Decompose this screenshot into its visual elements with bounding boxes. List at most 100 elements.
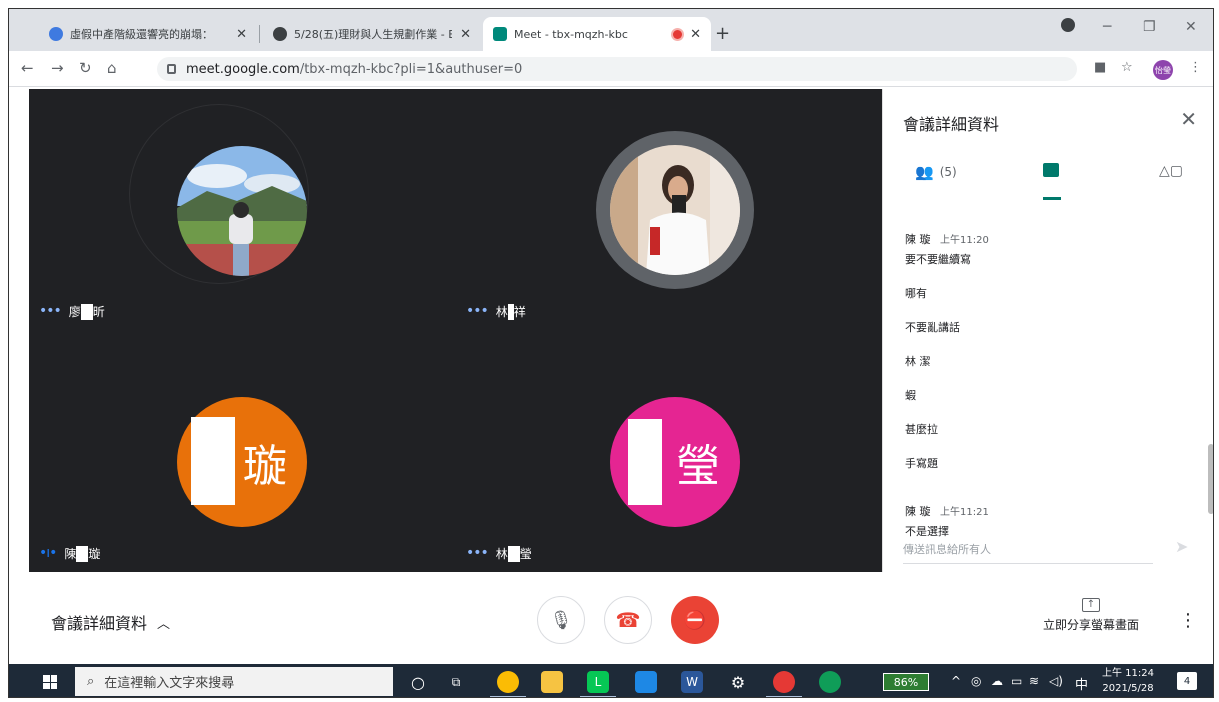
photos-icon[interactable]: [635, 671, 657, 693]
cortana-icon[interactable]: ○: [407, 671, 429, 693]
forward-arrow-icon[interactable]: →: [51, 59, 64, 77]
minimize-icon[interactable]: ─: [1103, 19, 1111, 35]
browser-tab-2[interactable]: 5/28(五)理財與人生規劃作業 - E ✕: [263, 17, 481, 51]
participant-name: •ı• 陳璇: [39, 545, 101, 562]
back-arrow-icon[interactable]: ←: [21, 59, 34, 77]
chat-message: 蝦: [905, 389, 916, 402]
file-explorer-icon[interactable]: [541, 671, 563, 693]
tray-chevron-icon[interactable]: ^: [951, 674, 961, 688]
participant-name: ••• 林瑩: [466, 545, 532, 562]
browser-tab-meet[interactable]: Meet - tbx-mqzh-kbc ✕: [483, 17, 711, 51]
tab-favicon-icon: [49, 27, 63, 41]
chat-icon: [1043, 163, 1059, 177]
participant-name: ••• 廖昕: [39, 303, 105, 320]
active-app-indicator: [490, 696, 526, 697]
tab-title: 5/28(五)理財與人生規劃作業 - E: [294, 28, 453, 41]
more-options-icon[interactable]: •••: [466, 545, 489, 561]
windows-start-icon[interactable]: [43, 675, 57, 689]
reload-icon[interactable]: ↻: [79, 59, 92, 77]
tab-activities[interactable]: △▢: [1159, 163, 1183, 179]
close-window-icon[interactable]: ✕: [1185, 19, 1197, 35]
participant-initial-avatar: 璇: [177, 397, 307, 527]
volume-icon[interactable]: ◁): [1049, 674, 1063, 688]
tab-divider: [259, 25, 260, 43]
tab-favicon-icon: [273, 27, 287, 41]
avatar-initial: 璇: [243, 441, 287, 492]
system-clock[interactable]: 上午 11:24 2021/5/28: [1102, 666, 1154, 696]
chat-message: 甚麼拉: [905, 423, 938, 436]
panel-title: 會議詳細資料: [903, 115, 1000, 134]
edge-icon[interactable]: [819, 671, 841, 693]
close-panel-icon[interactable]: ✕: [1180, 107, 1197, 131]
profile-menu-icon[interactable]: [1061, 18, 1075, 36]
ime-indicator[interactable]: 中: [1075, 674, 1088, 693]
people-count: (5): [939, 165, 957, 179]
chat-message: 不要亂講話: [905, 321, 960, 334]
participant-tile[interactable]: ••• 廖昕: [29, 89, 455, 330]
active-app-indicator: [766, 696, 802, 697]
meeting-details-label: 會議詳細資料: [51, 614, 148, 633]
send-icon[interactable]: ➤: [1175, 537, 1188, 556]
recording-indicator-icon: [673, 29, 683, 39]
onedrive-icon[interactable]: ☁: [991, 674, 1003, 688]
profile-avatar[interactable]: 怡瑩: [1153, 60, 1173, 80]
chat-message: 哪有: [905, 287, 927, 300]
browser-tab-1[interactable]: 虛假中產階級還響亮的崩塌： ✕: [39, 17, 257, 51]
more-options-icon[interactable]: •••: [39, 303, 62, 319]
message-time: 上午11:21: [940, 507, 989, 518]
leave-call-button[interactable]: ☎: [604, 596, 652, 644]
task-view-icon[interactable]: ⧉: [445, 671, 467, 693]
close-tab-icon[interactable]: ✕: [460, 27, 471, 42]
participant-avatar-photo: [177, 146, 307, 276]
more-options-icon[interactable]: •••: [466, 303, 489, 319]
line-icon[interactable]: L: [587, 671, 609, 693]
browser-menu-icon[interactable]: ⋮: [1189, 60, 1202, 75]
url-field[interactable]: meet.google.com /tbx-mqzh-kbc?pli=1&auth…: [157, 57, 1077, 81]
word-icon[interactable]: W: [681, 671, 703, 693]
participant-tile[interactable]: 瑩 ••• 林瑩: [456, 331, 882, 572]
chat-scrollbar[interactable]: [1208, 444, 1213, 514]
present-now-label: 立即分享螢幕畫面: [1042, 618, 1139, 632]
settings-gear-icon[interactable]: ⚙: [727, 671, 749, 693]
present-now-button[interactable]: ↑ 立即分享螢幕畫面: [1041, 598, 1141, 633]
people-icon: 👥: [915, 163, 934, 181]
participant-avatar-photo: [610, 145, 740, 275]
camera-button[interactable]: ⛔: [671, 596, 719, 644]
wifi-icon[interactable]: ≋: [1029, 674, 1039, 688]
microphone-button[interactable]: 🎙: [537, 596, 585, 644]
camera-in-use-icon[interactable]: ■: [1094, 60, 1106, 75]
tray-app-icon[interactable]: ◎: [971, 674, 981, 688]
message-time: 上午11:20: [940, 235, 989, 246]
video-grid: ••• 廖昕 ••• 林祥 璇 •ı• 陳 璇 瑩 ••• 林 瑩: [29, 89, 882, 572]
tab-title: 虛假中產階級還響亮的崩塌：: [70, 28, 213, 41]
tab-people[interactable]: 👥 (5): [915, 163, 957, 181]
lock-icon: [167, 64, 176, 74]
participant-tile[interactable]: 璇 •ı• 陳璇: [29, 331, 455, 572]
notifications-button[interactable]: 4: [1177, 672, 1197, 690]
microphone-icon: 🎙: [549, 609, 573, 631]
taskbar-search-field[interactable]: ⌕ 在這裡輸入文字來搜尋: [75, 667, 393, 696]
chrome-profile-icon[interactable]: [773, 671, 795, 693]
meeting-details-button[interactable]: 會議詳細資料 ︿: [51, 610, 170, 634]
participant-initial-avatar: 瑩: [610, 397, 740, 527]
battery-indicator[interactable]: 86%: [883, 673, 929, 691]
message-sender: 陳 璇: [905, 233, 931, 246]
new-tab-button[interactable]: +: [715, 23, 730, 44]
clock-time: 上午 11:24: [1102, 668, 1154, 679]
close-tab-icon[interactable]: ✕: [236, 27, 247, 42]
bookmark-star-icon[interactable]: ☆: [1121, 60, 1133, 75]
tab-chat[interactable]: [1043, 163, 1059, 177]
restore-icon[interactable]: ❐: [1143, 19, 1156, 35]
close-tab-icon[interactable]: ✕: [690, 27, 701, 42]
chevron-up-icon: ︿: [157, 616, 171, 632]
redaction-block: [76, 546, 89, 562]
camera-off-icon: ⛔: [683, 609, 707, 631]
home-icon[interactable]: ⌂: [107, 59, 117, 77]
more-options-icon[interactable]: ⋮: [1179, 610, 1197, 631]
chat-message: 不是選擇: [905, 525, 949, 538]
chrome-icon[interactable]: [497, 671, 519, 693]
battery-tray-icon[interactable]: ▭: [1011, 674, 1022, 688]
participant-tile[interactable]: ••• 林祥: [456, 89, 882, 330]
message-header: 陳 璇 上午11:20: [905, 231, 1185, 247]
chat-input[interactable]: 傳送訊息給所有人: [903, 541, 1153, 564]
